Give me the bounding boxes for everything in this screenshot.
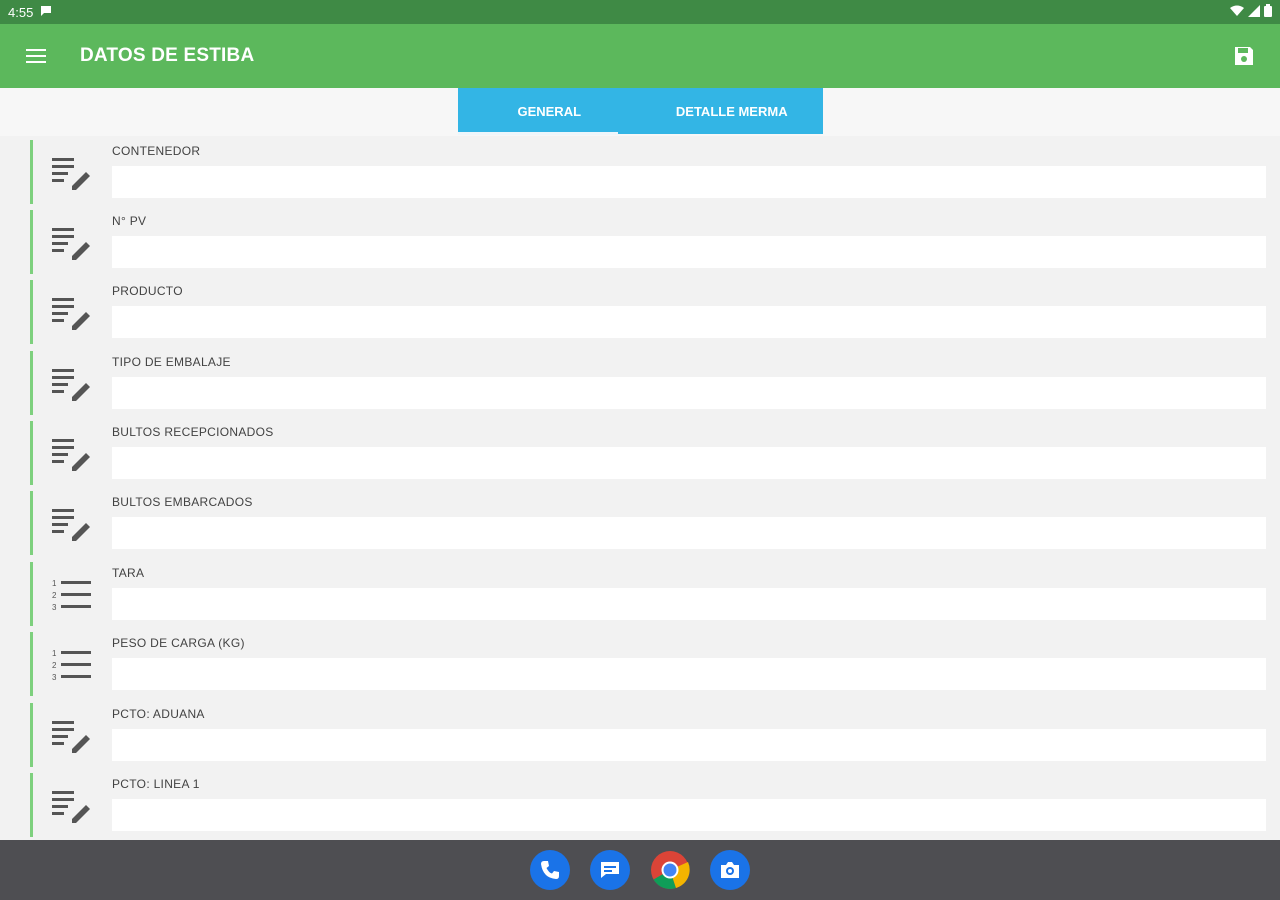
hamburger-menu-icon — [26, 49, 46, 63]
row-accent — [30, 210, 33, 274]
row-accent — [30, 703, 33, 767]
peso-carga-input[interactable] — [112, 658, 1266, 690]
tara-input[interactable] — [112, 588, 1266, 620]
notes-edit-icon — [52, 439, 90, 471]
field-label: PCTO: LINEA 1 — [112, 777, 200, 791]
field-label: PESO DE CARGA (KG) — [112, 636, 245, 650]
field-label: PRODUCTO — [112, 284, 183, 298]
svg-text:1: 1 — [52, 649, 57, 658]
row-accent — [30, 632, 33, 696]
field-label: BULTOS RECEPCIONADOS — [112, 425, 274, 439]
notes-edit-icon — [52, 509, 90, 541]
pcto-linea-1-input[interactable] — [112, 799, 1266, 831]
phone-app-icon[interactable] — [530, 850, 570, 890]
field-row: PCTO: LINEA 1 — [30, 773, 1280, 837]
camera-app-icon[interactable] — [710, 850, 750, 890]
field-label: TIPO DE EMBALAJE — [112, 355, 231, 369]
tab-selected-indicator — [458, 132, 618, 135]
status-time: 4:55 — [8, 4, 34, 20]
svg-text:1: 1 — [52, 579, 57, 588]
field-label: TARA — [112, 566, 145, 580]
row-accent — [30, 491, 33, 555]
tipo-embalaje-input[interactable] — [112, 377, 1266, 409]
field-row: 1 2 3 TARA — [30, 562, 1280, 626]
row-accent — [30, 421, 33, 485]
numbered-list-icon: 1 2 3 — [52, 579, 91, 612]
messages-app-icon[interactable] — [590, 850, 630, 890]
bultos-embarcados-input[interactable] — [112, 517, 1266, 549]
cell-signal-icon — [1248, 4, 1260, 20]
form: CONTENEDOR N° PV PRODUCTO TIPO DE EMBALA… — [30, 140, 1280, 840]
field-row: BULTOS RECEPCIONADOS — [30, 421, 1280, 485]
field-row: CONTENEDOR — [30, 140, 1280, 204]
notes-edit-icon — [52, 791, 90, 823]
row-accent — [30, 140, 33, 204]
svg-text:3: 3 — [52, 673, 57, 682]
tab-strip: GENERAL DETALLE MERMA — [0, 88, 1280, 136]
chat-notification-icon — [39, 4, 53, 21]
field-row: 1 2 3 PESO DE CARGA (KG) — [30, 632, 1280, 696]
tab-bar: GENERAL DETALLE MERMA — [458, 88, 823, 134]
field-label: N° PV — [112, 214, 147, 228]
field-row: PCTO: ADUANA — [30, 703, 1280, 767]
battery-icon — [1264, 4, 1272, 20]
svg-text:2: 2 — [52, 591, 57, 600]
notes-edit-icon — [52, 721, 90, 753]
save-icon — [1235, 47, 1253, 65]
pcto-aduana-input[interactable] — [112, 729, 1266, 761]
menu-button[interactable] — [0, 24, 72, 88]
field-row: TIPO DE EMBALAJE — [30, 351, 1280, 415]
row-accent — [30, 562, 33, 626]
row-accent — [30, 773, 33, 837]
chrome-app-icon[interactable] — [650, 850, 690, 890]
notes-edit-icon — [52, 228, 90, 260]
numero-pv-input[interactable] — [112, 236, 1266, 268]
field-row: BULTOS EMBARCADOS — [30, 491, 1280, 555]
notes-edit-icon — [52, 298, 90, 330]
numbered-list-icon: 1 2 3 — [52, 649, 91, 682]
field-label: PCTO: ADUANA — [112, 707, 205, 721]
contenedor-input[interactable] — [112, 166, 1266, 198]
notes-edit-icon — [52, 369, 90, 401]
tab-general[interactable]: GENERAL — [458, 88, 641, 134]
row-accent — [30, 351, 33, 415]
save-button[interactable] — [1208, 24, 1280, 88]
field-row: N° PV — [30, 210, 1280, 274]
wifi-icon — [1230, 5, 1244, 20]
page-title: DATOS DE ESTIBA — [80, 45, 255, 66]
bultos-recepcionados-input[interactable] — [112, 447, 1266, 479]
field-label: BULTOS EMBARCADOS — [112, 495, 253, 509]
app-bar: DATOS DE ESTIBA — [0, 24, 1280, 88]
producto-input[interactable] — [112, 306, 1266, 338]
status-bar: 4:55 — [0, 0, 1280, 24]
field-row: PRODUCTO — [30, 280, 1280, 344]
tab-detalle-merma[interactable]: DETALLE MERMA — [641, 88, 824, 134]
row-accent — [30, 280, 33, 344]
system-dock — [0, 840, 1280, 900]
field-label: CONTENEDOR — [112, 144, 201, 158]
svg-text:3: 3 — [52, 603, 57, 612]
svg-text:2: 2 — [52, 661, 57, 670]
notes-edit-icon — [52, 158, 90, 190]
